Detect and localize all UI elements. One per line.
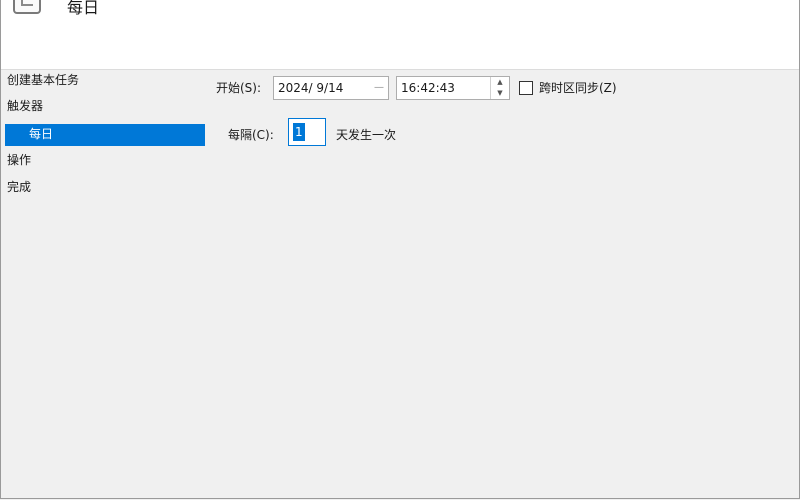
time-spinner[interactable]: ▲ ▼ [490,77,509,99]
wizard-header: 每日 [1,0,799,70]
page-title: 每日 [67,0,100,17]
content-panel: 开始(S): 2024/ 9/14 — 16:42:43 ▲ ▼ 跨时区同步(Z… [210,70,798,498]
start-time-field[interactable]: 16:42:43 ▲ ▼ [396,76,510,100]
sync-timezone-checkbox[interactable] [519,81,533,95]
spin-up-icon[interactable]: ▲ [491,77,509,88]
recur-days-value: 1 [293,123,305,141]
nav-item-trigger[interactable]: 触发器 [7,96,43,118]
nav-item-daily[interactable]: 每日 [5,124,205,146]
recur-days-input[interactable]: 1 [288,118,326,146]
sync-timezone-label[interactable]: 跨时区同步(Z) [539,78,617,98]
task-scheduler-icon [13,0,41,14]
start-label: 开始(S): [216,81,262,95]
start-date-value: 2024/ 9/14 [278,81,344,95]
nav-item-create-basic-task[interactable]: 创建基本任务 [7,70,79,92]
start-time-value: 16:42:43 [401,81,455,95]
nav-item-action[interactable]: 操作 [7,150,31,172]
recur-suffix: 天发生一次 [336,128,397,142]
nav-item-finish[interactable]: 完成 [7,177,31,199]
chevron-down-icon[interactable]: — [374,77,384,99]
spin-down-icon[interactable]: ▼ [491,88,509,99]
start-date-picker[interactable]: 2024/ 9/14 — [273,76,389,100]
wizard-nav: 创建基本任务 触发器 每日 操作 完成 [1,70,209,498]
recur-label: 每隔(C): [228,128,274,142]
